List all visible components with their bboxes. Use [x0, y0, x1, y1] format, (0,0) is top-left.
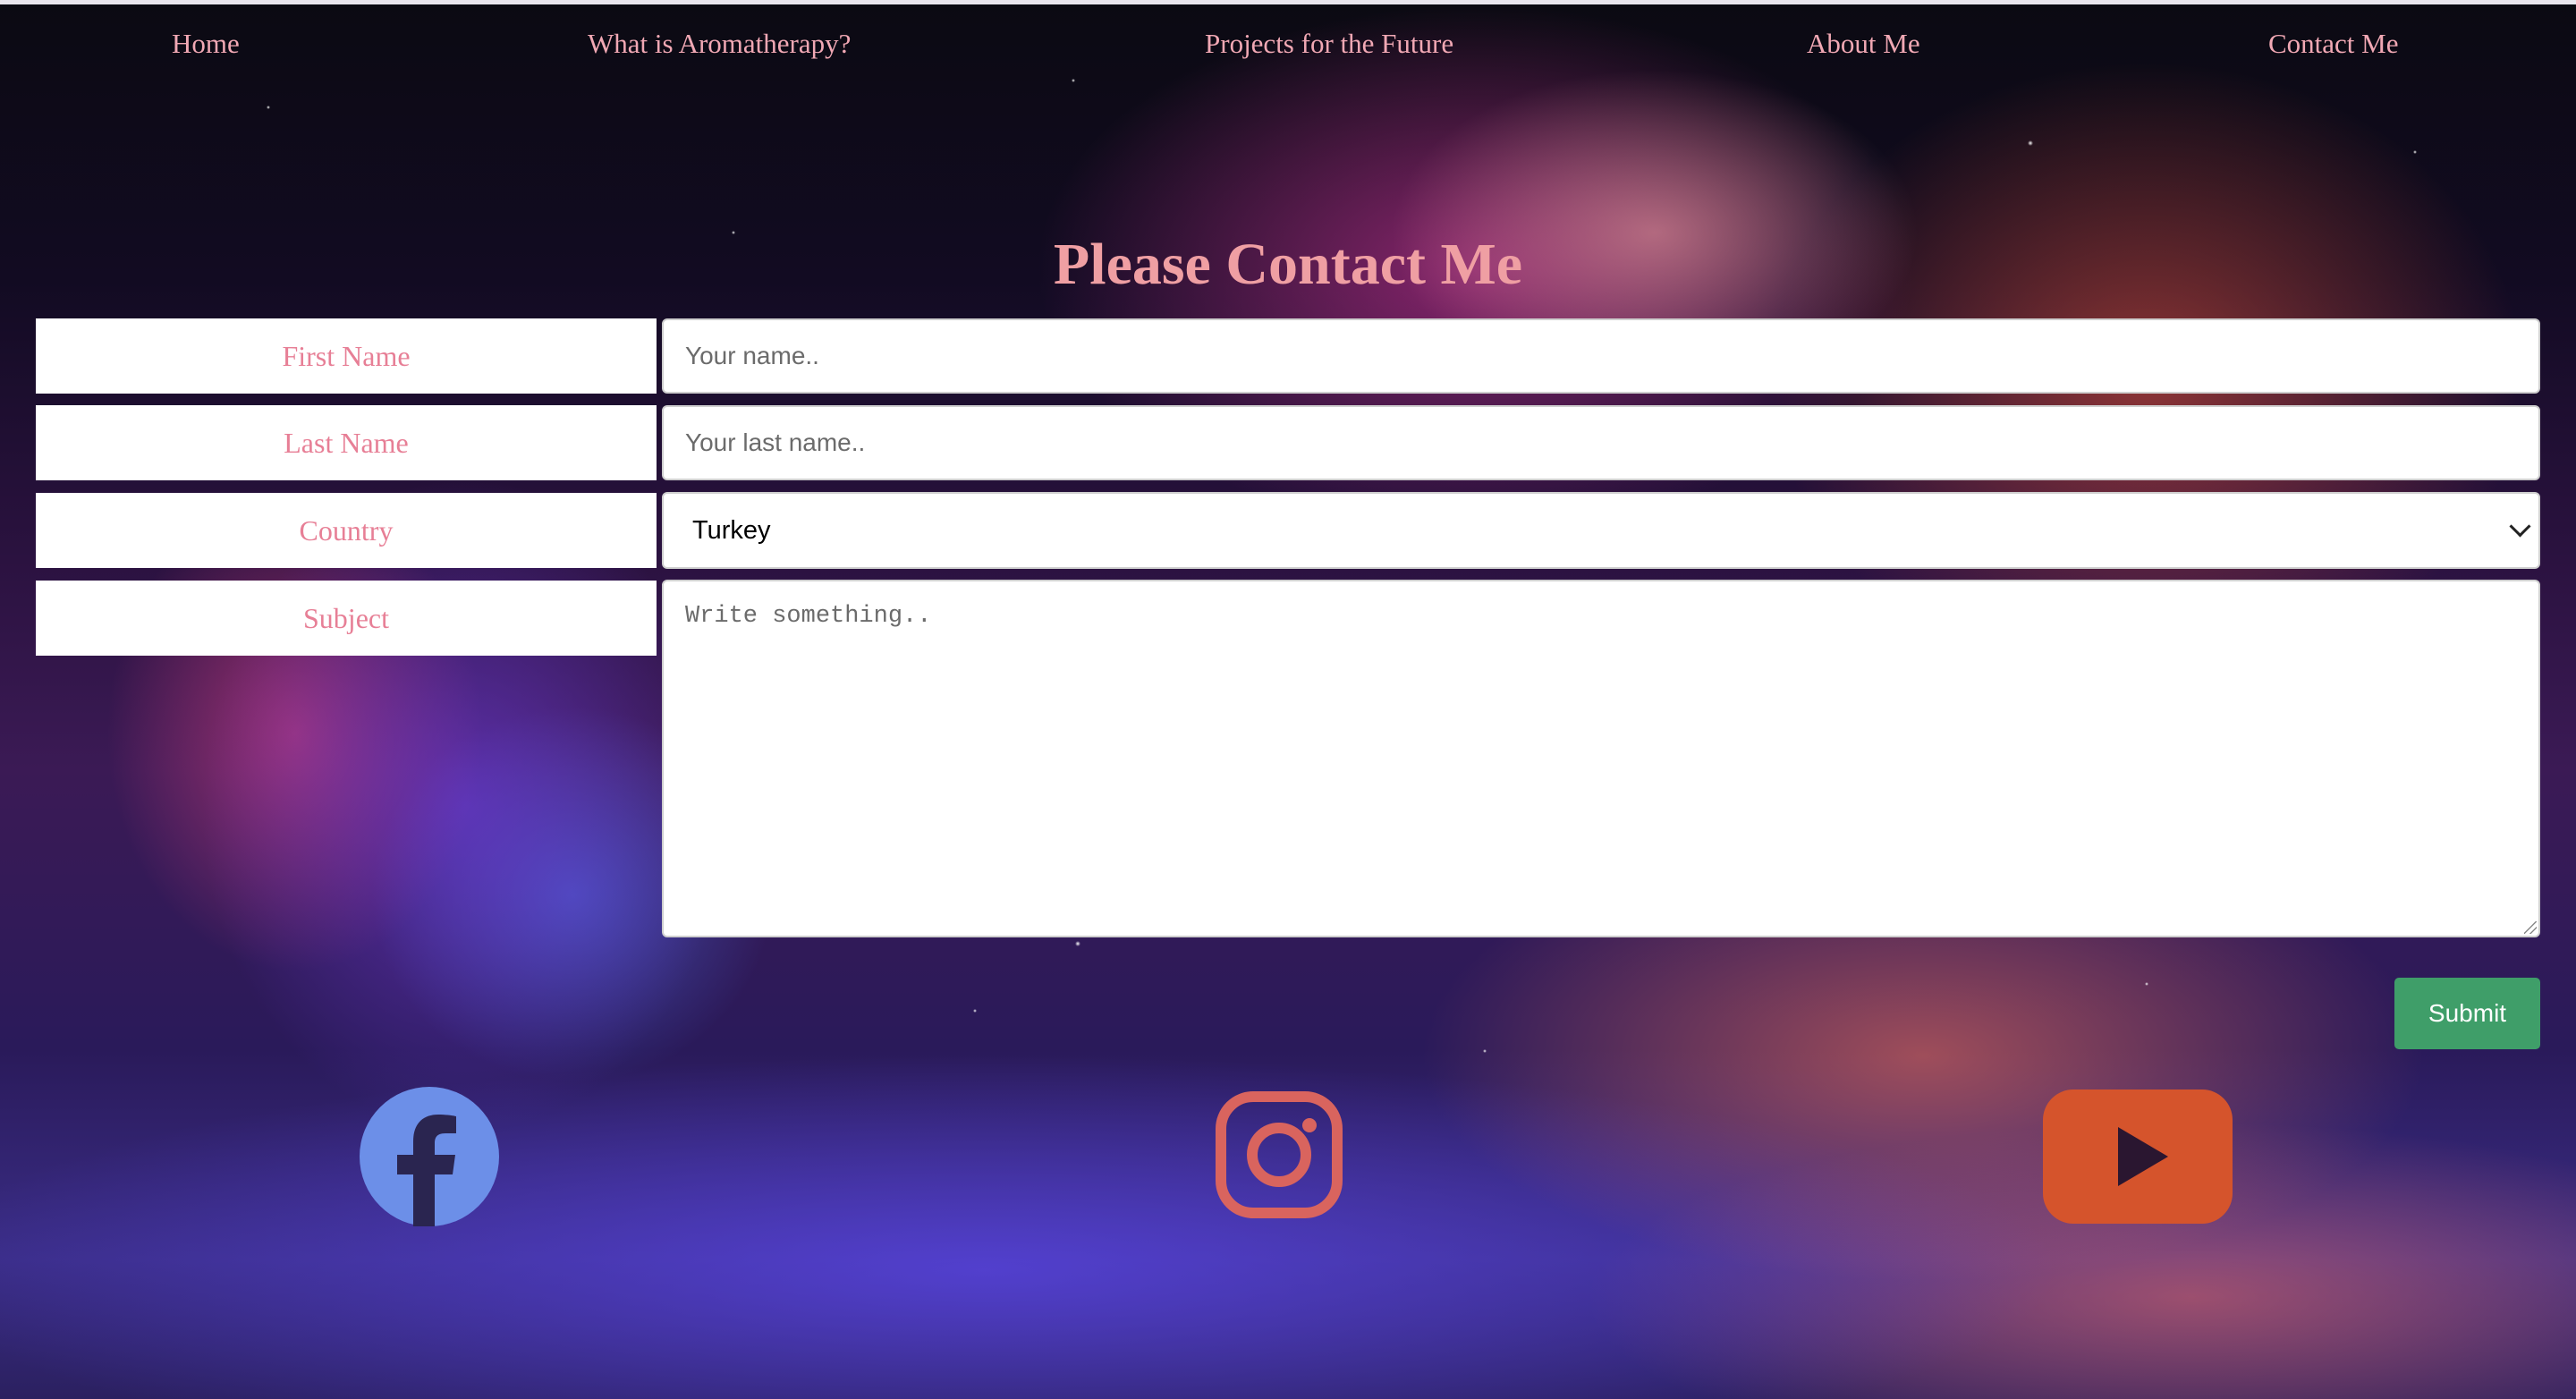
- submit-button[interactable]: Submit: [2394, 978, 2540, 1049]
- last-name-input[interactable]: [662, 405, 2540, 480]
- country-selected-value: Turkey: [692, 515, 771, 545]
- top-navigation: Home What is Aromatherapy? Projects for …: [0, 4, 2576, 90]
- instagram-icon-graphic: [1216, 1091, 1343, 1218]
- nav-projects-for-the-future[interactable]: Projects for the Future: [1205, 28, 1453, 60]
- nav-about-me[interactable]: About Me: [1807, 28, 1920, 60]
- nav-what-is-aromatherapy[interactable]: What is Aromatherapy?: [588, 28, 851, 60]
- last-name-label: Last Name: [36, 405, 657, 480]
- country-label: Country: [36, 493, 657, 568]
- chevron-down-icon: [2509, 515, 2531, 538]
- youtube-icon-graphic: [2043, 1090, 2233, 1224]
- instagram-icon[interactable]: [1214, 1090, 1344, 1220]
- first-name-label: First Name: [36, 318, 657, 394]
- first-name-input[interactable]: [662, 318, 2540, 394]
- facebook-icon[interactable]: [360, 1087, 499, 1226]
- nav-contact-me[interactable]: Contact Me: [2268, 28, 2399, 60]
- subject-textarea[interactable]: [662, 580, 2540, 937]
- resize-handle-icon[interactable]: [2524, 921, 2537, 934]
- subject-label: Subject: [36, 581, 657, 656]
- facebook-icon-graphic: [360, 1087, 499, 1226]
- page-title: Please Contact Me: [1053, 232, 1523, 297]
- youtube-icon[interactable]: [2043, 1090, 2233, 1224]
- nav-home[interactable]: Home: [172, 28, 240, 60]
- country-select[interactable]: Turkey: [662, 492, 2540, 569]
